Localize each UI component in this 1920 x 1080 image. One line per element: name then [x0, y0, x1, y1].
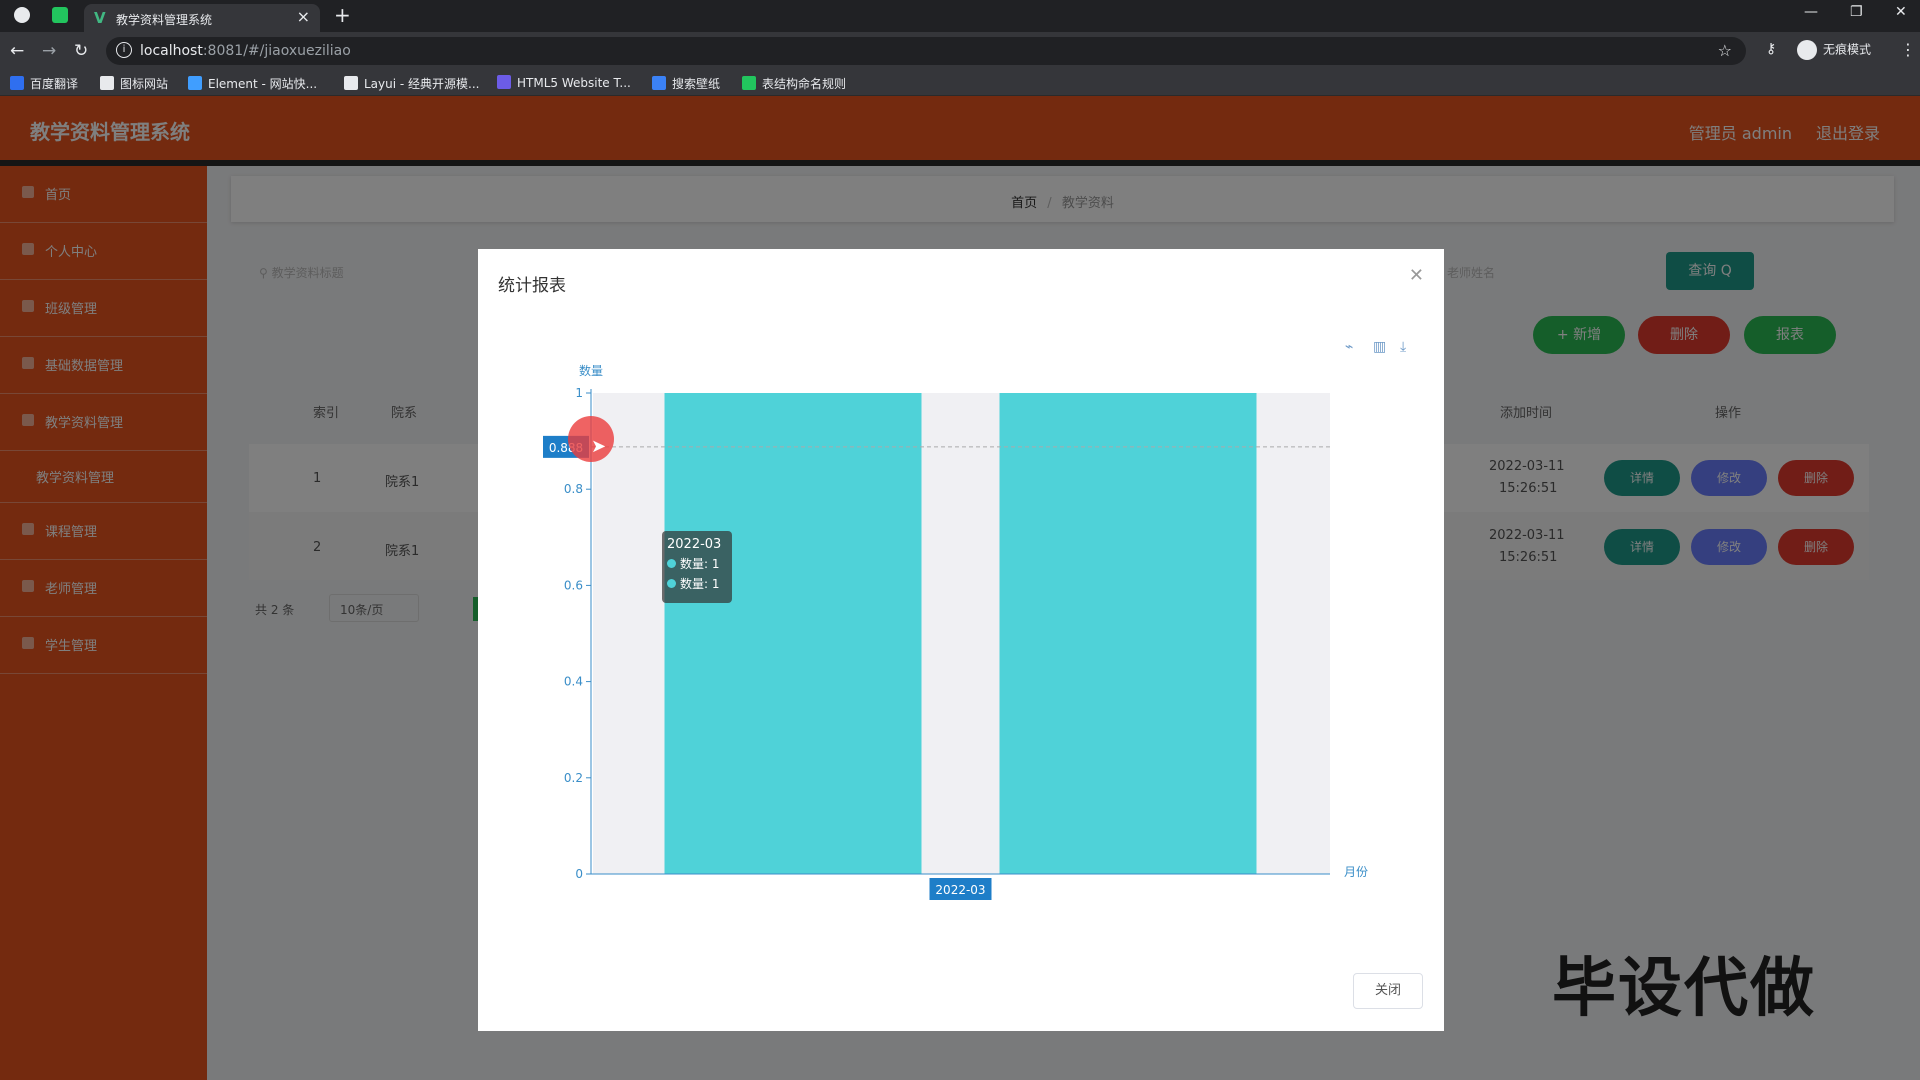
bar-chart: 00.20.40.60.81数量月份0.8882022-03 [543, 363, 1368, 900]
y-tick-label: 0.6 [564, 578, 583, 592]
tooltip-line: 数量: 1 [680, 557, 720, 571]
x-axis-title: 月份 [1344, 865, 1368, 879]
tooltip-title: 2022-03 [667, 537, 722, 552]
series-dot-icon [667, 579, 676, 588]
y-axis-title: 数量 [579, 363, 603, 378]
y-tick-label: 0.4 [564, 675, 583, 689]
chart-bar [664, 393, 922, 874]
y-tick-label: 0.2 [564, 771, 583, 785]
y-tick-label: 0 [575, 867, 583, 881]
series-dot-icon [667, 559, 676, 568]
chart-tooltip: 2022-03 数量: 1 数量: 1 [662, 531, 732, 603]
tooltip-line: 数量: 1 [680, 577, 720, 591]
x-tick-label: 2022-03 [935, 883, 985, 897]
watermark: 毕设代做 [1552, 952, 1816, 1026]
y-tick-label: 1 [575, 386, 583, 400]
chart-bar [999, 393, 1257, 874]
mouse-cursor-icon: ➤ [591, 436, 607, 457]
y-tick-label: 0.8 [564, 482, 583, 496]
